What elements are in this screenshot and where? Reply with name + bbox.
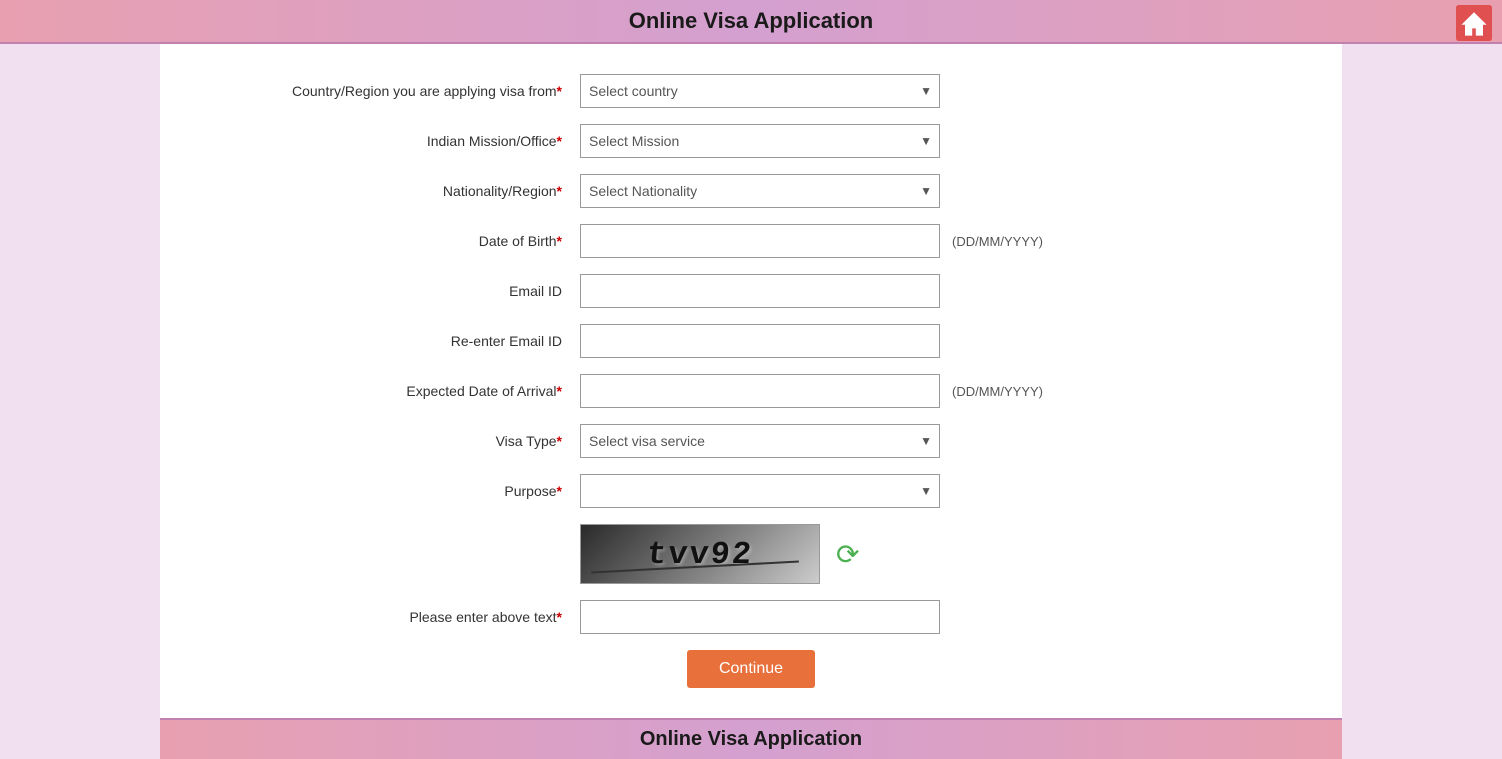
- captcha-image: tvv92: [580, 524, 820, 584]
- mission-row: Indian Mission/Office* Select Mission ▼: [200, 124, 1302, 158]
- visa-type-label: Visa Type*: [200, 433, 580, 449]
- dob-required: *: [557, 233, 562, 249]
- nationality-label: Nationality/Region*: [200, 183, 580, 199]
- dob-hint: (DD/MM/YYYY): [952, 234, 1043, 249]
- country-select-wrapper[interactable]: Select country ▼: [580, 74, 940, 108]
- arrival-input[interactable]: [580, 374, 940, 408]
- captcha-input-label: Please enter above text*: [200, 609, 580, 625]
- visa-type-select[interactable]: Select visa service: [580, 424, 940, 458]
- email-row: Email ID: [200, 274, 1302, 308]
- purpose-row: Purpose* ▼: [200, 474, 1302, 508]
- reenter-email-input[interactable]: [580, 324, 940, 358]
- purpose-label: Purpose*: [200, 483, 580, 499]
- page-title: Online Visa Application: [0, 8, 1502, 34]
- country-label: Country/Region you are applying visa fro…: [200, 83, 580, 99]
- country-select[interactable]: Select country: [580, 74, 940, 108]
- home-icon[interactable]: [1456, 5, 1492, 41]
- dob-row: Date of Birth* (DD/MM/YYYY): [200, 224, 1302, 258]
- footer-title: Online Visa Application: [160, 728, 1342, 751]
- main-content: Country/Region you are applying visa fro…: [160, 44, 1342, 718]
- captcha-row: tvv92 ⟳: [200, 524, 1302, 584]
- purpose-select[interactable]: [580, 474, 940, 508]
- email-label: Email ID: [200, 283, 580, 299]
- mission-select-wrapper[interactable]: Select Mission ▼: [580, 124, 940, 158]
- reenter-email-row: Re-enter Email ID: [200, 324, 1302, 358]
- arrival-row: Expected Date of Arrival* (DD/MM/YYYY): [200, 374, 1302, 408]
- nationality-required: *: [557, 183, 562, 199]
- reenter-email-label: Re-enter Email ID: [200, 333, 580, 349]
- visa-type-required: *: [557, 433, 562, 449]
- purpose-select-wrapper[interactable]: ▼: [580, 474, 940, 508]
- continue-button[interactable]: Continue: [687, 650, 815, 688]
- arrival-hint: (DD/MM/YYYY): [952, 384, 1043, 399]
- purpose-required: *: [557, 483, 562, 499]
- visa-type-row: Visa Type* Select visa service ▼: [200, 424, 1302, 458]
- visa-type-select-wrapper[interactable]: Select visa service ▼: [580, 424, 940, 458]
- email-input[interactable]: [580, 274, 940, 308]
- arrival-label: Expected Date of Arrival*: [200, 383, 580, 399]
- continue-row: Continue: [200, 650, 1302, 688]
- dob-label: Date of Birth*: [200, 233, 580, 249]
- nationality-select[interactable]: Select Nationality: [580, 174, 940, 208]
- page-header: Online Visa Application: [0, 0, 1502, 44]
- country-required: *: [557, 83, 562, 99]
- captcha-input-required: *: [557, 609, 562, 625]
- mission-label: Indian Mission/Office*: [200, 133, 580, 149]
- captcha-input-row: Please enter above text*: [200, 600, 1302, 634]
- dob-input[interactable]: [580, 224, 940, 258]
- nationality-row: Nationality/Region* Select Nationality ▼: [200, 174, 1302, 208]
- page-footer: Online Visa Application: [160, 718, 1342, 759]
- refresh-captcha-icon[interactable]: ⟳: [836, 538, 859, 571]
- home-icon-container[interactable]: [1456, 5, 1492, 46]
- mission-required: *: [557, 133, 562, 149]
- arrival-required: *: [557, 383, 562, 399]
- nationality-select-wrapper[interactable]: Select Nationality ▼: [580, 174, 940, 208]
- captcha-input[interactable]: [580, 600, 940, 634]
- country-row: Country/Region you are applying visa fro…: [200, 74, 1302, 108]
- mission-select[interactable]: Select Mission: [580, 124, 940, 158]
